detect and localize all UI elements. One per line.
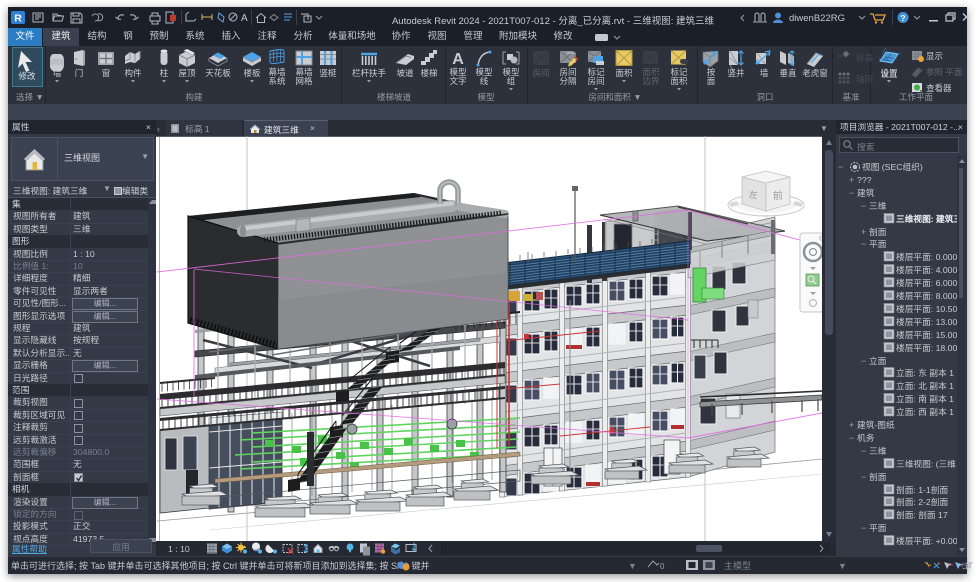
svg-text:系统: 系统 — [268, 76, 286, 86]
svg-text:坡道: 坡道 — [396, 68, 414, 78]
svg-text:网格: 网格 — [295, 76, 313, 86]
svg-text:面积: 面积 — [615, 68, 633, 78]
svg-text:A: A — [452, 51, 464, 68]
svg-text:标高: 标高 — [856, 53, 873, 63]
svg-text:文字: 文字 — [449, 76, 466, 86]
svg-text:工作平面: 工作平面 — [899, 92, 934, 102]
svg-text:构件: 构件 — [124, 68, 142, 78]
svg-text:洞口: 洞口 — [756, 92, 773, 102]
svg-text:墙: 墙 — [760, 68, 769, 78]
svg-text:设置: 设置 — [880, 69, 898, 79]
svg-text:构建: 构建 — [185, 92, 203, 102]
svg-text:组: 组 — [507, 76, 516, 86]
svg-text:显示: 显示 — [926, 51, 943, 61]
svg-text:轴网: 轴网 — [856, 74, 873, 84]
svg-text:修改: 修改 — [18, 71, 36, 81]
svg-text:房间和面积 ▼: 房间和面积 ▼ — [588, 92, 641, 102]
svg-text:垂直: 垂直 — [779, 68, 797, 78]
svg-text:0: 0 — [660, 562, 665, 571]
svg-text:天花板: 天花板 — [205, 68, 231, 78]
svg-text:柱: 柱 — [160, 68, 169, 78]
svg-text:楼梯坡道: 楼梯坡道 — [377, 92, 412, 102]
svg-text:楼梯: 楼梯 — [420, 68, 438, 78]
svg-text:分隔: 分隔 — [559, 76, 577, 86]
svg-text:前: 前 — [772, 189, 783, 203]
svg-text:线: 线 — [480, 76, 489, 86]
svg-text:窗: 窗 — [102, 68, 111, 78]
svg-text:门: 门 — [75, 68, 84, 78]
svg-text:房间: 房间 — [532, 68, 549, 78]
svg-text:模型: 模型 — [477, 92, 495, 102]
svg-text:楼板: 楼板 — [243, 68, 261, 78]
svg-text:R: R — [14, 13, 22, 25]
svg-text:房间: 房间 — [587, 76, 604, 86]
svg-text:左: 左 — [748, 189, 758, 201]
svg-text:竖梃: 竖梃 — [319, 68, 337, 78]
svg-text:老虎窗: 老虎窗 — [802, 68, 828, 78]
svg-text:选择 ▼: 选择 ▼ — [16, 92, 44, 102]
svg-text:参照 平面: 参照 平面 — [926, 67, 963, 77]
svg-text:竖井: 竖井 — [727, 68, 744, 78]
svg-text:面积: 面积 — [670, 76, 688, 86]
svg-text:栏杆扶手: 栏杆扶手 — [352, 68, 387, 78]
svg-text:墙: 墙 — [53, 68, 62, 78]
svg-text:面: 面 — [707, 76, 716, 86]
svg-text:屋顶: 屋顶 — [178, 68, 196, 78]
svg-text:基准: 基准 — [842, 92, 860, 102]
svg-text:边界: 边界 — [642, 76, 660, 86]
